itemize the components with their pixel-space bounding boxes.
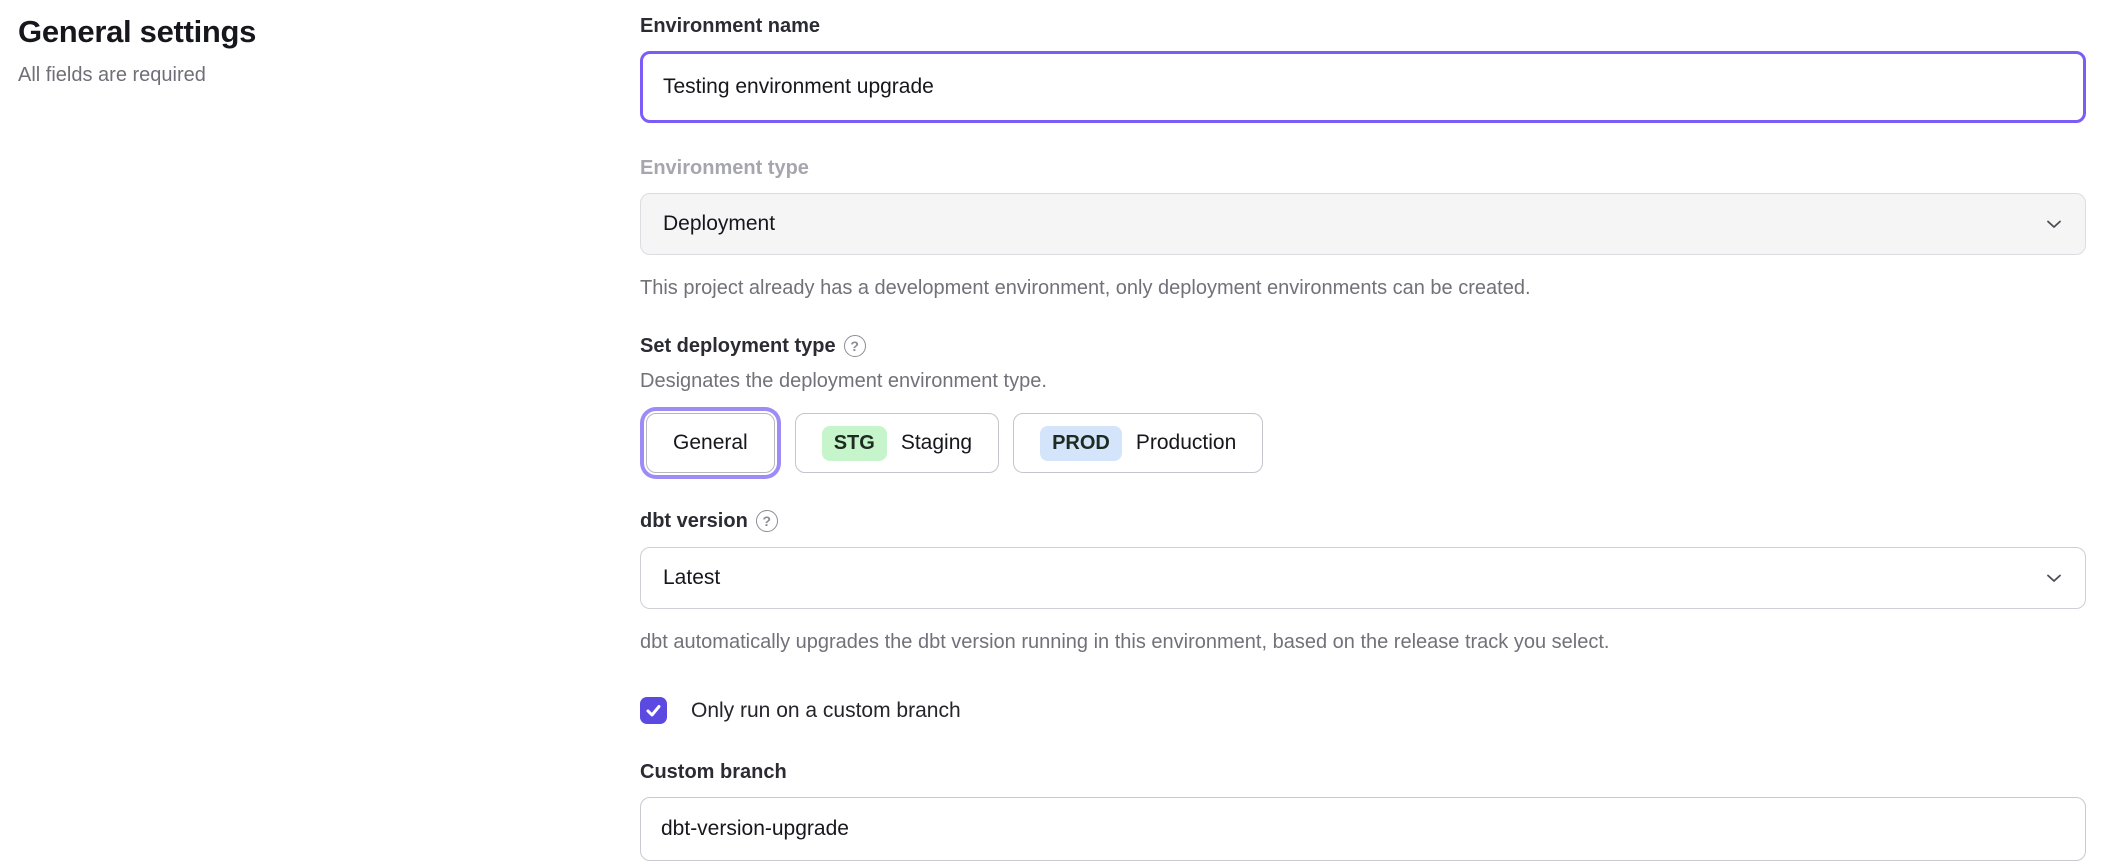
deployment-type-label-text: Set deployment type — [640, 334, 836, 358]
deployment-type-staging-label: Staging — [901, 431, 972, 455]
page-title: General settings — [18, 14, 640, 50]
dbt-version-helper: dbt automatically upgrades the dbt versi… — [640, 631, 2086, 654]
environment-type-label: Environment type — [640, 156, 2086, 180]
environment-name-label: Environment name — [640, 14, 2086, 38]
help-icon[interactable]: ? — [756, 510, 778, 532]
deployment-type-label: Set deployment type ? — [640, 334, 2086, 358]
deployment-type-options: General STG Staging PROD Production — [640, 413, 2086, 473]
environment-name-input[interactable] — [640, 51, 2086, 123]
dbt-version-label: dbt version ? — [640, 509, 2086, 533]
dbt-version-label-text: dbt version — [640, 509, 748, 533]
deployment-type-general-button[interactable]: General — [646, 413, 775, 473]
deployment-type-production-button[interactable]: PROD Production — [1013, 413, 1263, 473]
custom-branch-label: Custom branch — [640, 760, 2086, 784]
general-settings-page: General settings All fields are required… — [0, 0, 2116, 864]
environment-type-value: Deployment — [663, 212, 775, 236]
custom-branch-checkbox[interactable] — [640, 697, 667, 724]
deployment-type-staging-button[interactable]: STG Staging — [795, 413, 999, 473]
deployment-type-production-label: Production — [1136, 431, 1236, 455]
settings-intro: General settings All fields are required — [0, 0, 640, 864]
chevron-down-icon — [2045, 215, 2063, 233]
production-badge: PROD — [1040, 426, 1122, 461]
custom-branch-input[interactable] — [640, 797, 2086, 861]
deployment-type-helper: Designates the deployment environment ty… — [640, 370, 2086, 393]
dbt-version-select[interactable]: Latest — [640, 547, 2086, 609]
dbt-version-value: Latest — [663, 566, 720, 590]
page-subtitle: All fields are required — [18, 64, 640, 87]
custom-branch-toggle-label[interactable]: Only run on a custom branch — [691, 699, 961, 723]
environment-form: Environment name Environment type Deploy… — [640, 0, 2086, 864]
environment-type-helper: This project already has a development e… — [640, 277, 2086, 300]
check-icon — [645, 702, 662, 719]
custom-branch-toggle-row: Only run on a custom branch — [640, 697, 2086, 724]
help-icon[interactable]: ? — [844, 335, 866, 357]
deployment-type-general-label: General — [673, 431, 748, 455]
chevron-down-icon — [2045, 569, 2063, 587]
staging-badge: STG — [822, 426, 887, 461]
environment-type-select[interactable]: Deployment — [640, 193, 2086, 255]
